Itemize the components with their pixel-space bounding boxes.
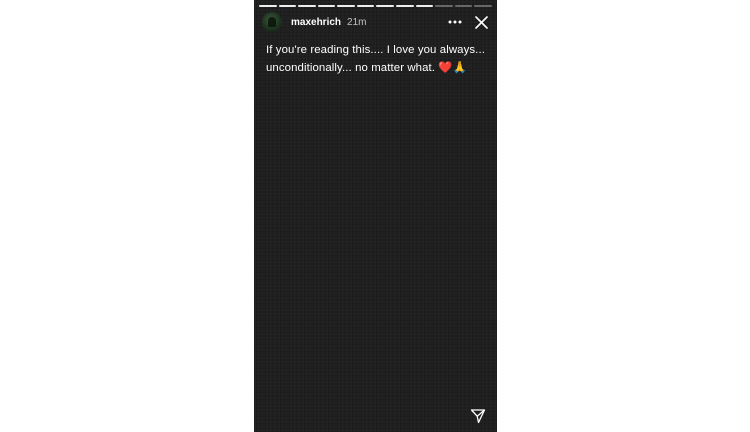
progress-segment [278,5,297,7]
progress-segment [356,5,375,7]
page: maxehrich 21m If you're reading this....… [0,0,750,432]
progress-segment [298,5,316,7]
progress-segment [396,5,414,7]
more-options-button[interactable] [445,12,465,32]
close-icon [474,15,488,29]
progress-segment [474,5,492,7]
progress-segment [435,5,453,7]
send-button[interactable] [470,408,486,424]
story-viewer[interactable]: maxehrich 21m If you're reading this....… [254,0,497,432]
avatar[interactable] [262,12,282,32]
story-header: maxehrich 21m [262,11,491,33]
more-horizontal-icon [448,20,462,24]
progress-segment [337,5,355,7]
progress-segment [259,5,277,7]
progress-segment [415,5,434,7]
progress-segment [317,5,336,7]
close-button[interactable] [471,12,491,32]
progress-segment [454,5,473,7]
progress-segment [376,5,395,7]
story-caption: If you're reading this.... I love you al… [266,44,485,74]
send-paper-plane-icon [470,409,486,424]
story-progress-bar [259,5,492,7]
story-timestamp: 21m [347,16,367,28]
username[interactable]: maxehrich [291,17,341,28]
